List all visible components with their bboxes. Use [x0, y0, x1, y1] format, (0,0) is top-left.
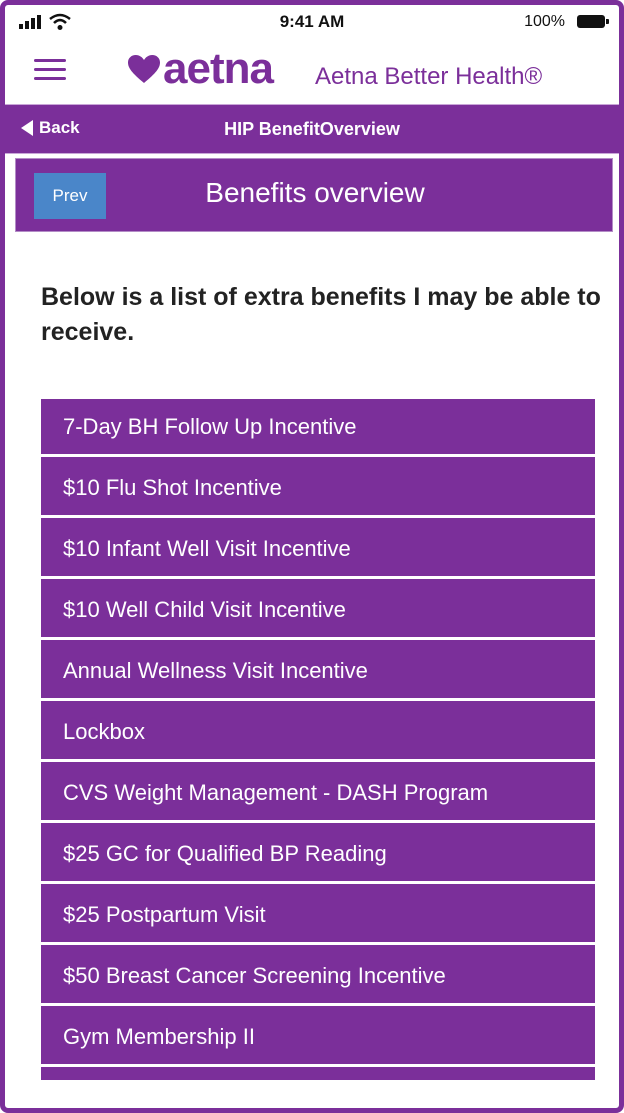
benefit-item[interactable]: Annual Wellness Visit Incentive — [41, 643, 595, 701]
heart-icon — [128, 55, 160, 83]
benefit-item[interactable]: 7-Day BH Follow Up Incentive — [41, 399, 595, 457]
benefit-item[interactable]: $10 Flu Shot Incentive — [41, 460, 595, 518]
nav-title: HIP BenefitOverview — [224, 119, 400, 139]
benefit-item[interactable]: $50 Breast Cancer Screening Incentive — [41, 948, 595, 1006]
benefit-item[interactable]: $25 GC for Qualified BP Reading — [41, 826, 595, 884]
aetna-logo: aetna — [127, 44, 274, 93]
app-header: aetna Aetna Better Health® — [5, 41, 619, 103]
menu-icon[interactable] — [34, 59, 66, 81]
logo-wordmark: aetna — [163, 44, 274, 93]
page-banner: Prev Benefits overview — [15, 158, 613, 232]
benefit-item[interactable]: $25 Postpartum Visit — [41, 887, 595, 945]
benefit-item[interactable]: $10 Infant Well Visit Incentive — [41, 521, 595, 579]
page-title: Benefits overview — [205, 177, 425, 208]
benefits-list: 7-Day BH Follow Up Incentive $10 Flu Sho… — [41, 399, 595, 1080]
battery-percent: 100% — [524, 13, 565, 30]
status-bar: 9:41 AM 100% — [5, 5, 619, 41]
intro-text: Below is a list of extra benefits I may … — [41, 283, 601, 346]
benefit-item[interactable]: $10 Well Child Visit Incentive — [41, 582, 595, 640]
benefit-item[interactable]: Gym Membership II — [41, 1009, 595, 1067]
nav-bar: Back HIP BenefitOverview — [5, 104, 619, 154]
benefit-item[interactable]: CVS Weight Management - DASH Program — [41, 765, 595, 823]
brand-subtitle: Aetna Better Health® — [315, 63, 543, 90]
battery-icon — [577, 15, 609, 28]
benefit-item[interactable]: Lockbox — [41, 704, 595, 762]
phone-frame: 9:41 AM 100% aetna Aetna Better Health® … — [0, 0, 624, 1113]
